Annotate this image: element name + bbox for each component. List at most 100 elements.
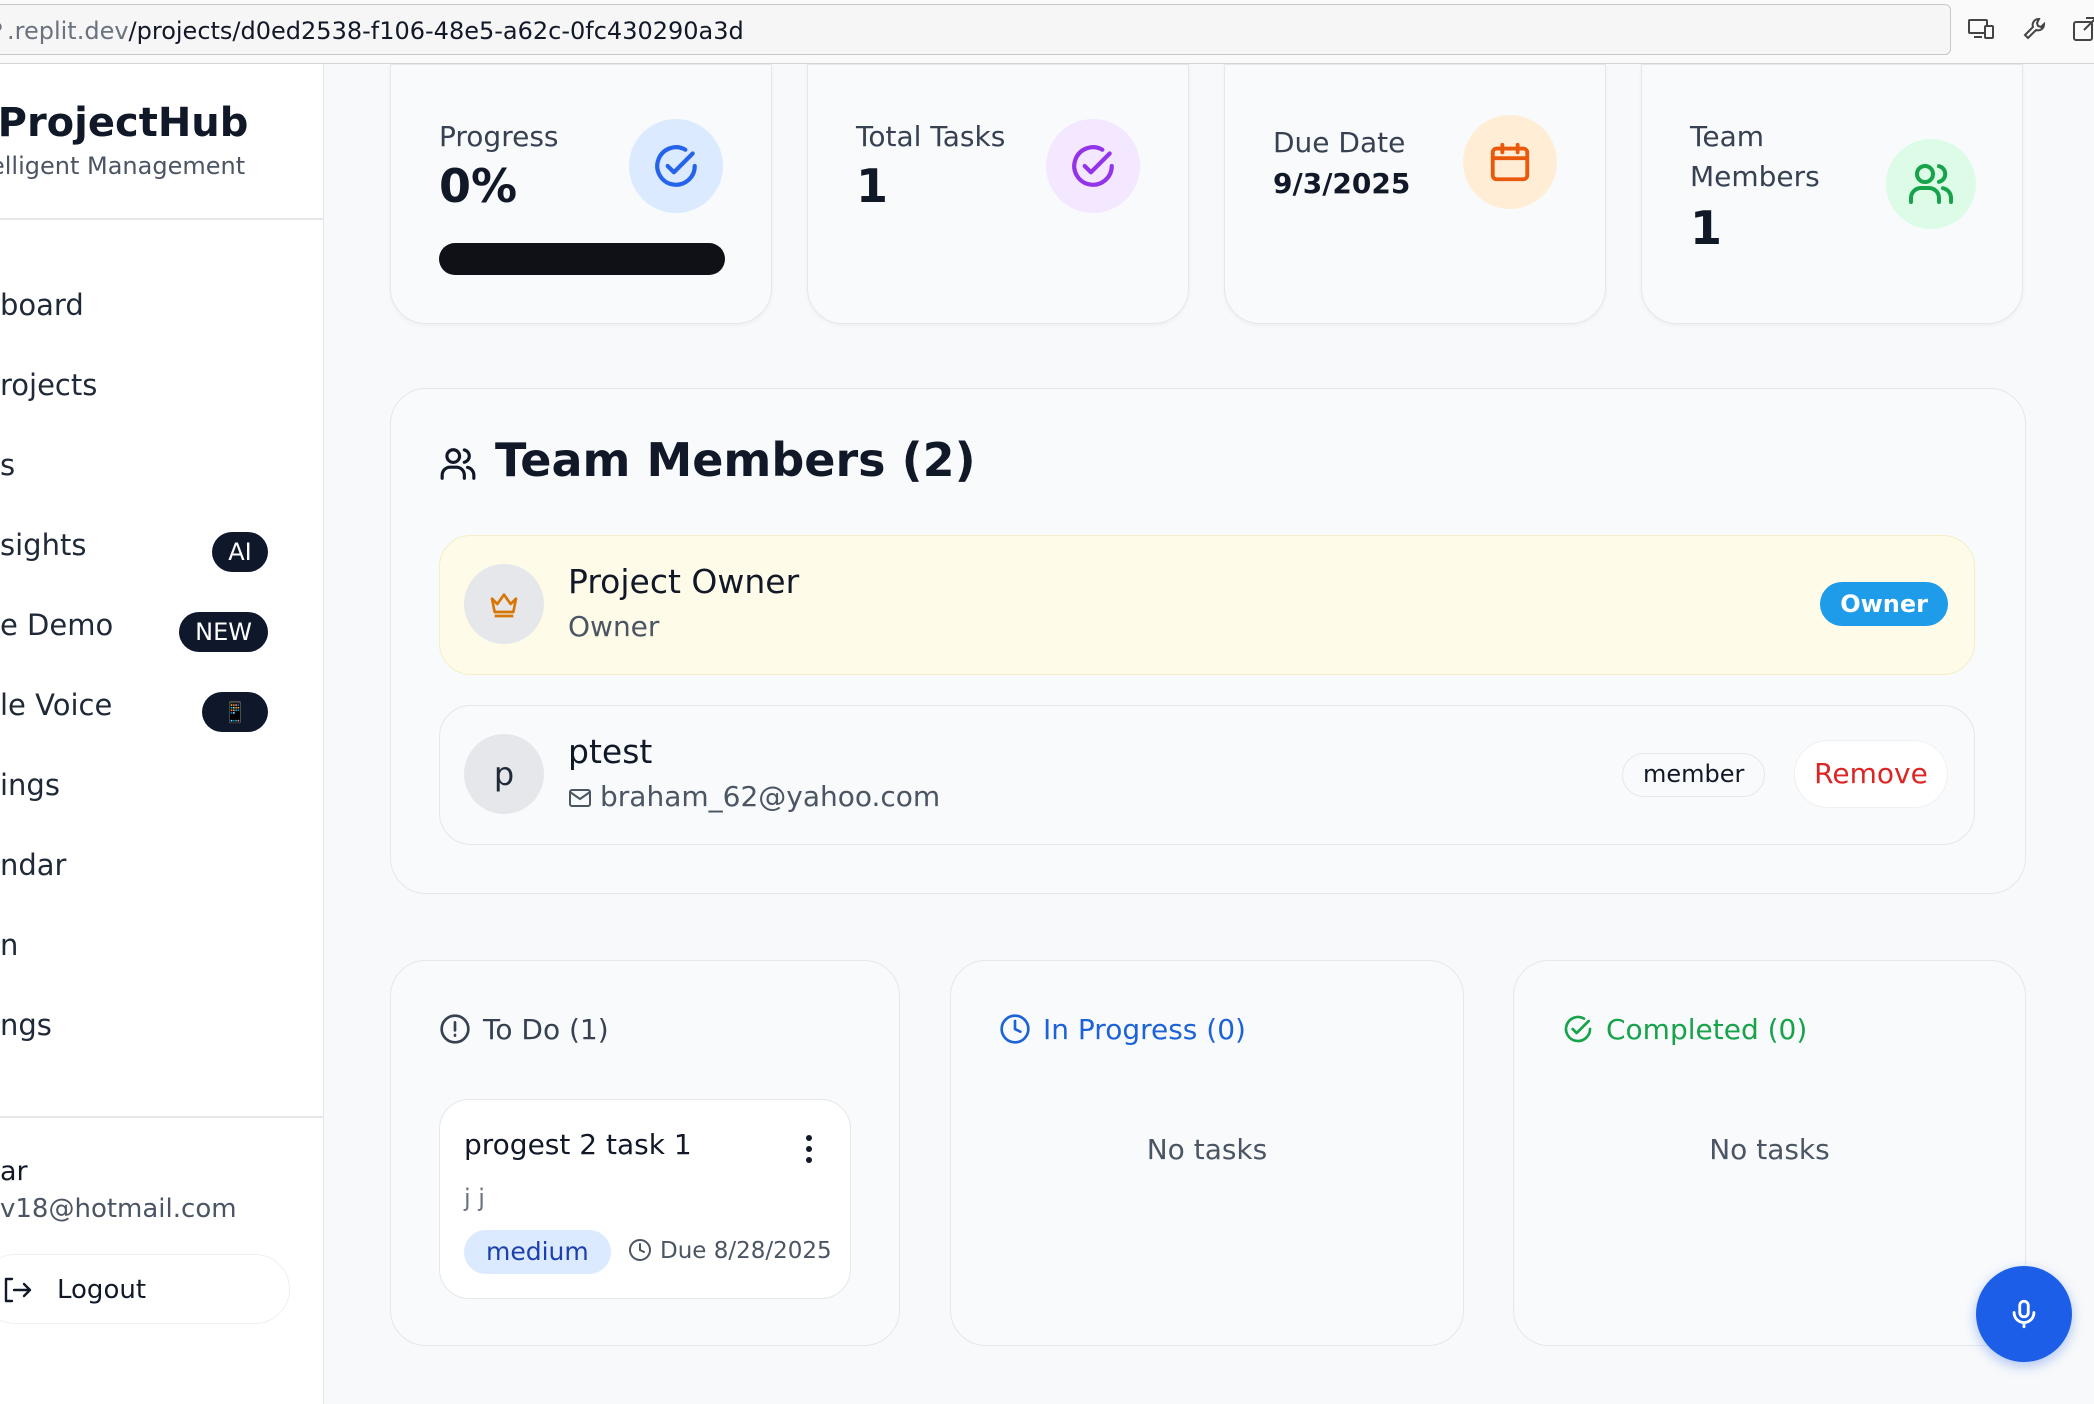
sidebar-item-label: e Demo — [0, 608, 114, 642]
task-due: Due 8/28/2025 — [628, 1238, 832, 1264]
task-title: progest 2 task 1 — [464, 1128, 692, 1161]
sidebar-item-label: rojects — [0, 368, 98, 402]
team-members-label-line2: Members — [1690, 160, 1820, 193]
brand-title: l ProjectHub — [0, 100, 249, 146]
brand-subtitle: elligent Management — [0, 152, 246, 180]
sidebar-item-dashboard[interactable]: board — [0, 276, 300, 340]
url-host: .replit.dev — [7, 17, 129, 45]
browser-bar: .replit.dev/projects/d0ed2538-f106-48e5-… — [0, 0, 2094, 64]
in-progress-column-title: In Progress (0) — [1043, 1013, 1246, 1046]
brand: l ProjectHub elligent Management — [0, 100, 248, 180]
url-text: .replit.dev/projects/d0ed2538-f106-48e5-… — [7, 17, 744, 45]
sidebar-item-label: ngs — [0, 1008, 52, 1042]
sidebar-item-team[interactable]: n — [0, 916, 300, 980]
completed-column-header: Completed (0) — [1562, 1013, 1807, 1046]
url-path: /projects/d0ed2538-f106-48e5-a62c-0fc430… — [128, 17, 744, 45]
owner-name: Project Owner — [568, 562, 800, 601]
member-email: braham_62@yahoo.com — [600, 780, 941, 813]
check-circle-icon — [655, 145, 697, 187]
member-email-line: braham_62@yahoo.com — [568, 780, 940, 813]
sidebar-item-label: ings — [0, 768, 60, 802]
sidebar-item-label: le Voice — [0, 688, 113, 722]
todo-column-title: To Do (1) — [483, 1013, 609, 1046]
total-tasks-value: 1 — [856, 159, 889, 213]
tasks-icon-badge — [1046, 119, 1140, 213]
sidebar-item-meetings[interactable]: ings — [0, 756, 300, 820]
empty-state: No tasks — [1146, 1133, 1268, 1166]
divider — [0, 218, 323, 220]
task-due-text: Due 8/28/2025 — [660, 1238, 832, 1264]
sidebar-item-mobile-voice[interactable]: le Voice 📱 — [0, 676, 300, 740]
divider — [0, 1116, 323, 1118]
sidebar-item-label: sights — [0, 528, 87, 562]
sidebar-item-label: s — [0, 448, 16, 482]
crown-icon — [490, 593, 518, 618]
task-description: j j — [464, 1184, 485, 1212]
logout-label: Logout — [57, 1275, 147, 1305]
progress-label: Progress — [439, 120, 559, 153]
mail-icon — [569, 789, 591, 807]
user-name: ar — [0, 1156, 28, 1187]
due-date-label: Due Date — [1273, 126, 1406, 159]
link-icon — [0, 23, 2, 31]
team-members-value: 1 — [1690, 201, 1723, 255]
due-date-value: 9/3/2025 — [1273, 167, 1411, 200]
team-members-card: Team Members 1 — [1641, 64, 2023, 324]
priority-badge: medium — [464, 1230, 611, 1274]
team-members-label: Team Members — [1690, 117, 1820, 197]
sidebar-item-calendar[interactable]: ndar — [0, 836, 300, 900]
sidebar-item-insights[interactable]: sights AI — [0, 516, 300, 580]
wrench-icon[interactable] — [2020, 14, 2050, 44]
in-progress-column-header: In Progress (0) — [999, 1013, 1246, 1046]
check-circle-icon — [1072, 145, 1114, 187]
sidebar-item-label: board — [0, 288, 84, 322]
logout-button[interactable]: Logout — [0, 1254, 290, 1324]
role-badge: member — [1622, 753, 1766, 797]
completed-column: Completed (0) No tasks — [1513, 960, 2026, 1346]
total-tasks-card: Total Tasks 1 — [807, 64, 1189, 324]
sidebar-item-projects[interactable]: rojects — [0, 356, 300, 420]
devices-icon[interactable] — [1966, 14, 1996, 44]
todo-column: To Do (1) progest 2 task 1 j j medium Du… — [390, 960, 900, 1346]
remove-member-button[interactable]: Remove — [1794, 740, 1948, 808]
user-email: v18@hotmail.com — [0, 1194, 237, 1224]
avatar: p — [464, 734, 544, 814]
external-link-icon[interactable] — [2070, 14, 2094, 44]
phone-badge: 📱 — [202, 692, 268, 732]
check-circle-icon — [1564, 1015, 1592, 1043]
voice-button[interactable] — [1976, 1266, 2072, 1362]
alert-circle-icon — [440, 1014, 470, 1044]
users-icon — [440, 448, 476, 480]
address-bar[interactable]: .replit.dev/projects/d0ed2538-f106-48e5-… — [0, 4, 1951, 55]
calendar-icon — [1490, 142, 1530, 182]
sidebar-item-demo[interactable]: e Demo NEW — [0, 596, 300, 660]
owner-row: Project Owner Owner Owner — [439, 535, 1975, 675]
clock-icon — [629, 1239, 651, 1261]
new-badge: NEW — [179, 612, 268, 652]
users-icon-badge — [1886, 139, 1976, 229]
logout-icon — [4, 1277, 32, 1303]
empty-state: No tasks — [1709, 1133, 1830, 1166]
total-tasks-label: Total Tasks — [856, 120, 1006, 153]
more-vertical-icon[interactable] — [804, 1134, 814, 1164]
sidebar-item-tasks[interactable]: s — [0, 436, 300, 500]
clock-icon — [1000, 1014, 1030, 1044]
owner-badge: Owner — [1820, 582, 1948, 626]
sidebar-item-label: n — [0, 928, 19, 962]
due-date-card: Due Date 9/3/2025 — [1224, 64, 1606, 324]
progress-card: Progress 0% — [390, 64, 772, 324]
in-progress-column: In Progress (0) No tasks — [950, 960, 1464, 1346]
sidebar-item-settings[interactable]: ngs — [0, 996, 300, 1060]
calendar-icon-badge — [1463, 115, 1557, 209]
task-card[interactable]: progest 2 task 1 j j medium Due 8/28/202… — [439, 1099, 851, 1299]
progress-bar — [439, 243, 725, 275]
microphone-icon — [2012, 1299, 2036, 1329]
sidebar-item-label: ndar — [0, 848, 67, 882]
todo-column-header: To Do (1) — [439, 1013, 609, 1046]
progress-value: 0% — [439, 159, 518, 213]
member-name: ptest — [568, 732, 653, 771]
team-members-title: Team Members (2) — [495, 433, 976, 487]
owner-role: Owner — [568, 610, 660, 643]
ai-badge: AI — [212, 532, 268, 572]
completed-column-title: Completed (0) — [1606, 1013, 1808, 1046]
